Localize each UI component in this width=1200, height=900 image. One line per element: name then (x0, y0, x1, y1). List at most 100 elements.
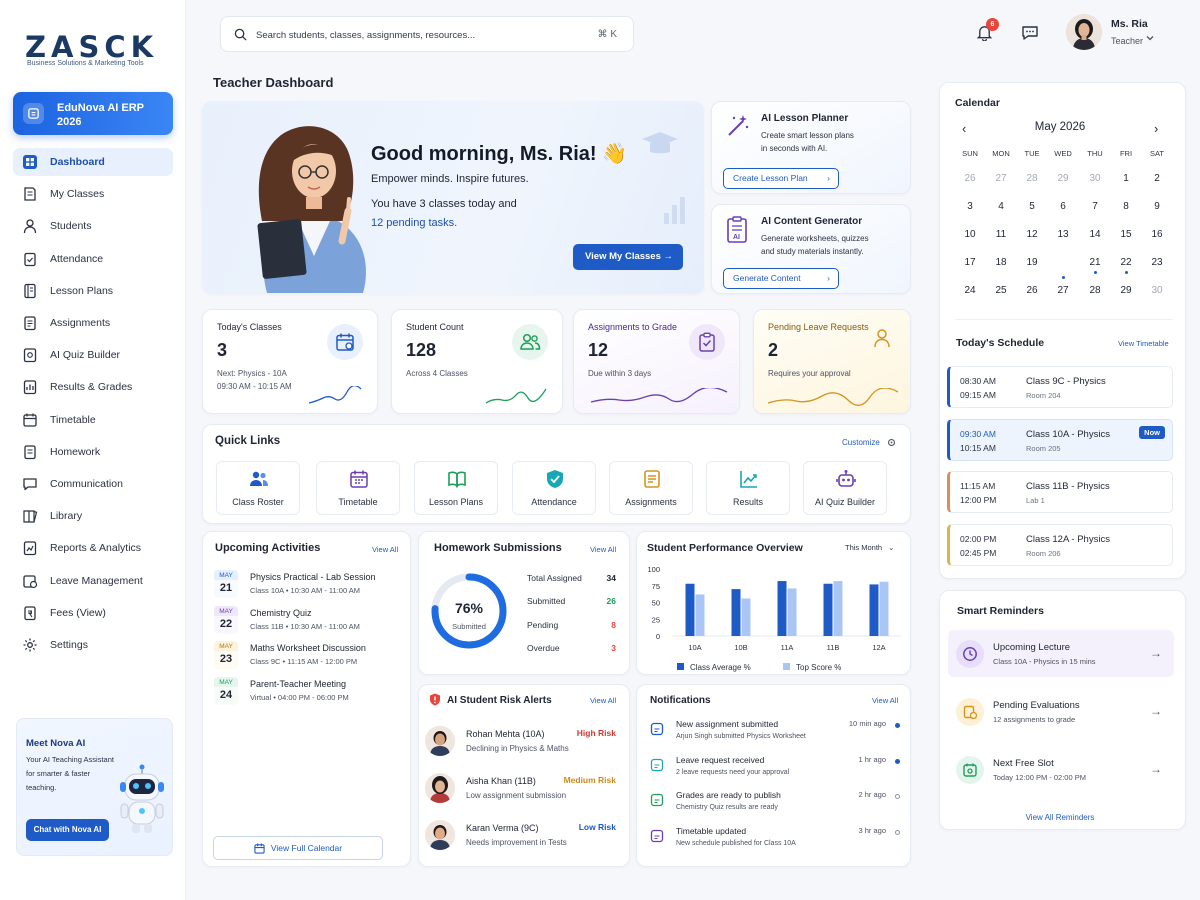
calendar-day[interactable]: 19 (1021, 257, 1043, 268)
calendar-day[interactable]: 4 (990, 201, 1012, 212)
risk-student-name[interactable]: Karan Verma (9C) (466, 823, 539, 833)
user-avatar[interactable] (1066, 14, 1102, 50)
notification-title[interactable]: Timetable updated (676, 826, 746, 836)
sidebar-item-leave-management[interactable]: Leave Management (13, 567, 173, 595)
notification-title[interactable]: New assignment submitted (676, 719, 778, 729)
calendar-day[interactable]: 21 (1084, 257, 1106, 268)
homework-view-all-link[interactable]: View All (590, 545, 616, 554)
stat-todays-classes[interactable]: Today's Classes 3 Next: Physics - 10A 09… (202, 309, 378, 414)
reminder-item[interactable]: Upcoming Lecture Class 10A - Physics in 1… (948, 630, 1174, 677)
calendar-day[interactable]: 10 (959, 229, 981, 240)
schedule-item[interactable]: 09:30 AM 10:15 AM Class 10A - Physics Room … (947, 418, 1173, 461)
quick-link-assignments[interactable]: Assignments (609, 461, 693, 515)
sidebar-item-homework[interactable]: Homework (13, 438, 173, 466)
reminder-item[interactable]: Next Free Slot Today 12:00 PM - 02:00 PM → (948, 746, 1174, 793)
sidebar-item-timetable[interactable]: Timetable (13, 406, 173, 434)
risk-student-name[interactable]: Aisha Khan (11B) (466, 776, 536, 786)
product-switcher[interactable]: EduNova AI ERP 2026 (13, 92, 173, 135)
create-lesson-plan-button[interactable]: Create Lesson Plan › (723, 168, 839, 189)
calendar-day[interactable]: 27 (990, 173, 1012, 184)
calendar-prev-chevron-icon[interactable]: ‹ (962, 121, 966, 136)
schedule-item[interactable]: 08:30 AM 09:15 AM Class 9C - Physics Room 2… (947, 366, 1173, 408)
view-full-calendar-button[interactable]: View Full Calendar (213, 836, 383, 860)
view-all-reminders-link[interactable]: View All Reminders (1000, 813, 1120, 822)
calendar-day[interactable]: 7 (1084, 201, 1106, 212)
upcoming-view-all-link[interactable]: View All (372, 545, 398, 554)
quick-link-timetable[interactable]: Timetable (316, 461, 400, 515)
calendar-next-chevron-icon[interactable]: › (1154, 121, 1158, 136)
sidebar-item-results-grades[interactable]: Results & Grades (13, 373, 173, 401)
calendar-day[interactable]: 22 (1115, 257, 1137, 268)
chevron-down-icon[interactable] (1145, 34, 1155, 42)
period-select[interactable]: This Month ⌄ (845, 543, 894, 552)
quick-link-lesson-plans[interactable]: Lesson Plans (414, 461, 498, 515)
calendar-day[interactable]: 25 (990, 285, 1012, 296)
calendar-day[interactable]: 6 (1052, 201, 1074, 212)
calendar-day[interactable]: 28 (1021, 173, 1043, 184)
search-input[interactable]: Search students, classes, assignments, r… (256, 30, 475, 41)
stat-student-count[interactable]: Student Count 128 Across 4 Classes (391, 309, 563, 414)
calendar-day[interactable]: 29 (1052, 173, 1074, 184)
chat-with-nova-button[interactable]: Chat with Nova AI (26, 819, 109, 841)
sidebar-item-attendance[interactable]: Attendance (13, 245, 173, 273)
calendar-day[interactable]: 3 (959, 201, 981, 212)
generate-content-button[interactable]: Generate Content › (723, 268, 839, 289)
risk-view-all-link[interactable]: View All (590, 696, 616, 705)
activity-title[interactable]: Physics Practical - Lab Session (250, 572, 376, 582)
calendar-day[interactable]: 13 (1052, 229, 1074, 240)
schedule-item[interactable]: 02:00 PM 02:45 PM Class 12A - Physics Room … (947, 524, 1173, 567)
calendar-day[interactable]: 23 (1146, 257, 1168, 268)
calendar-day[interactable]: 17 (959, 257, 981, 268)
calendar-day[interactable]: 16 (1146, 229, 1168, 240)
view-my-classes-button[interactable]: View My Classes → (573, 244, 683, 270)
calendar-day[interactable]: 26 (959, 173, 981, 184)
sidebar-item-settings[interactable]: Settings (13, 631, 173, 659)
stat-pending-leave-requests[interactable]: Pending Leave Requests 2 Requires your a… (753, 309, 911, 414)
calendar-day[interactable]: 26 (1021, 285, 1043, 296)
activity-title[interactable]: Chemistry Quiz (250, 608, 312, 618)
calendar-day[interactable]: 30 (1084, 173, 1106, 184)
calendar-day[interactable]: 12 (1021, 229, 1043, 240)
calendar-day[interactable]: 9 (1146, 201, 1168, 212)
calendar-day[interactable]: 1 (1115, 173, 1137, 184)
notifications-view-all-link[interactable]: View All (872, 696, 898, 705)
calendar-day[interactable]: 18 (990, 257, 1012, 268)
sidebar-item-fees-view[interactable]: Fees (View) (13, 599, 173, 627)
sidebar-item-my-classes[interactable]: My Classes (13, 180, 173, 208)
notification-title[interactable]: Grades are ready to publish (676, 790, 781, 800)
calendar-day[interactable]: 5 (1021, 201, 1043, 212)
sidebar-item-library[interactable]: Library (13, 502, 173, 530)
quick-link-attendance[interactable]: Attendance (512, 461, 596, 515)
sidebar-item-students[interactable]: Students (13, 212, 173, 240)
risk-student-name[interactable]: Rohan Mehta (10A) (466, 729, 545, 739)
calendar-day[interactable]: 14 (1084, 229, 1106, 240)
calendar-day[interactable]: 27 (1052, 285, 1074, 296)
activity-title[interactable]: Maths Worksheet Discussion (250, 643, 366, 653)
calendar-day[interactable]: 15 (1115, 229, 1137, 240)
activity-title[interactable]: Parent-Teacher Meeting (250, 679, 346, 689)
sidebar-item-reports-analytics[interactable]: Reports & Analytics (13, 534, 173, 562)
calendar-day[interactable]: 8 (1115, 201, 1137, 212)
reminder-item[interactable]: Pending Evaluations 12 assignments to gra… (948, 688, 1174, 735)
calendar-day[interactable]: 30 (1146, 285, 1168, 296)
quick-link-ai-quiz-builder[interactable]: AI Quiz Builder (803, 461, 887, 515)
calendar-day[interactable]: 2 (1146, 173, 1168, 184)
notification-title[interactable]: Leave request received (676, 755, 764, 765)
sidebar-item-lesson-plans[interactable]: Lesson Plans (13, 277, 173, 305)
quick-link-class-roster[interactable]: Class Roster (216, 461, 300, 515)
gear-icon[interactable] (887, 438, 896, 447)
customize-link[interactable]: Customize (842, 438, 880, 447)
calendar-day[interactable]: 24 (959, 285, 981, 296)
stat-assignments-to-grade[interactable]: Assignments to Grade 12 Due within 3 day… (573, 309, 740, 414)
calendar-day-selected[interactable]: 20 (1052, 257, 1074, 268)
calendar-day[interactable]: 29 (1115, 285, 1137, 296)
global-search[interactable]: Search students, classes, assignments, r… (220, 16, 634, 52)
schedule-item[interactable]: 11:15 AM 12:00 PM Class 11B - Physics Lab 1 (947, 471, 1173, 514)
sidebar-item-dashboard[interactable]: Dashboard (13, 148, 173, 176)
sidebar-item-assignments[interactable]: Assignments (13, 309, 173, 337)
messages-icon[interactable] (1021, 24, 1039, 41)
sidebar-item-communication[interactable]: Communication (13, 470, 173, 498)
view-timetable-link[interactable]: View Timetable (1118, 339, 1169, 348)
calendar-day[interactable]: 28 (1084, 285, 1106, 296)
quick-link-results[interactable]: Results (706, 461, 790, 515)
